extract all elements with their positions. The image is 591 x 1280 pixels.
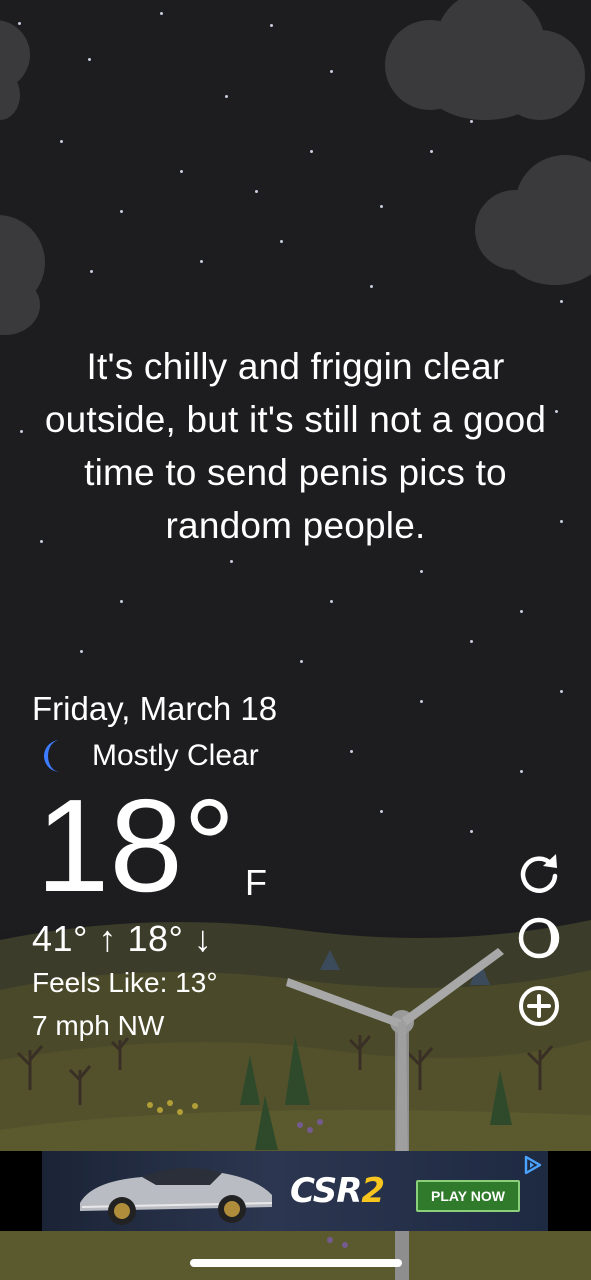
condition-row: Mostly Clear xyxy=(38,738,259,774)
moon-icon xyxy=(44,740,60,772)
moon-phase-icon xyxy=(518,917,560,959)
condition-text: Mostly Clear xyxy=(92,739,259,772)
weather-message: It's chilly and friggin clear outside, b… xyxy=(44,346,547,546)
wind-speed: 7 mph NW xyxy=(32,1010,165,1041)
date-label: Friday, March 18 xyxy=(32,690,278,727)
feels-like: Feels Like: 13° xyxy=(32,967,218,998)
ad-creative[interactable]: CSR2 PLAY NOW xyxy=(42,1151,548,1231)
high-low-temperature: 41° ↑ 18° ↓ xyxy=(32,918,213,959)
refresh-icon xyxy=(520,854,558,893)
ad-play-now-button[interactable]: PLAY NOW xyxy=(416,1180,520,1212)
sports-car-image xyxy=(80,1167,273,1225)
refresh-button[interactable] xyxy=(515,848,563,896)
ad-banner[interactable]: CSR2 PLAY NOW xyxy=(0,1151,591,1231)
moon-phase-button[interactable] xyxy=(515,914,563,962)
ad-brand-logo: CSR2 xyxy=(290,1171,385,1211)
adchoices-icon[interactable] xyxy=(522,1154,544,1176)
temperature-unit: F xyxy=(245,862,267,903)
home-indicator[interactable] xyxy=(190,1259,402,1267)
add-location-button[interactable] xyxy=(515,982,563,1030)
current-temperature: 18° xyxy=(36,772,236,919)
add-location-icon xyxy=(519,986,559,1026)
